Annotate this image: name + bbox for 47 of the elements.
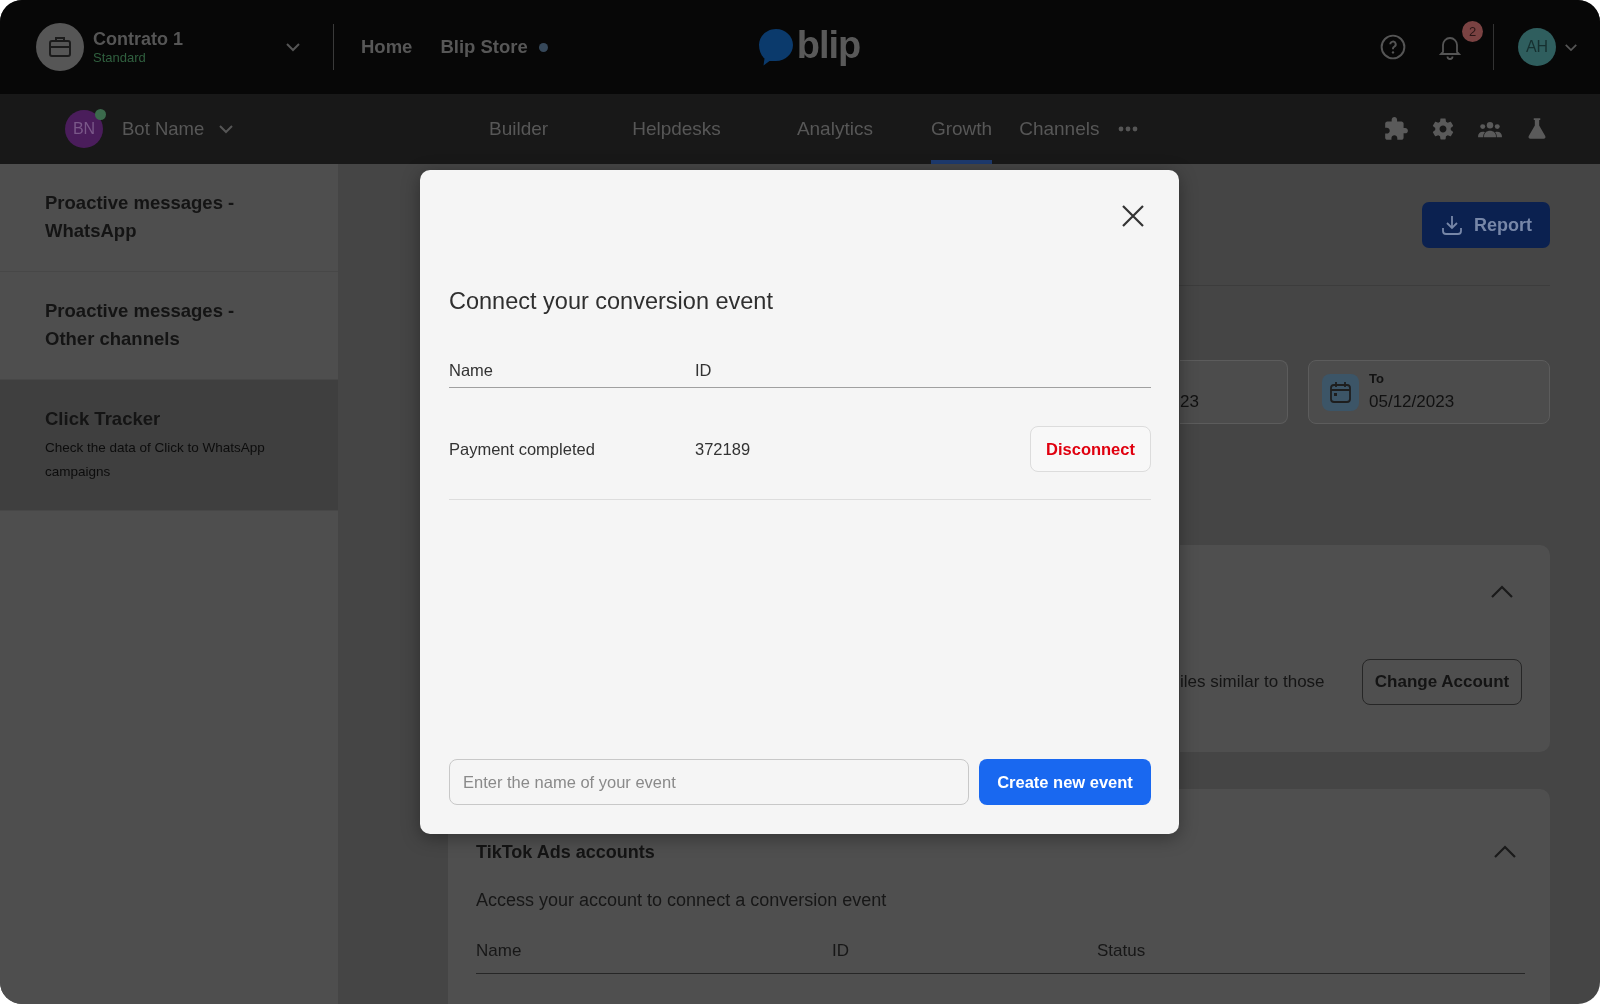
nav-tab[interactable]: Helpdesks bbox=[632, 94, 721, 164]
help-icon[interactable] bbox=[1380, 34, 1406, 60]
bot-avatar: BN bbox=[65, 110, 103, 148]
card-description: Access your account to connect a conversion event bbox=[476, 889, 888, 912]
nav-tab[interactable]: Analytics bbox=[796, 94, 873, 164]
change-account-button[interactable]: Change Account bbox=[1362, 659, 1522, 705]
column-header: ID bbox=[832, 941, 850, 961]
disconnect-button[interactable]: Disconnect bbox=[1030, 426, 1151, 472]
contract-plan: Standard bbox=[93, 50, 147, 66]
report-button[interactable]: Report bbox=[1422, 202, 1550, 248]
nav-link[interactable]: Blip Store bbox=[440, 36, 548, 58]
close-icon bbox=[1122, 205, 1144, 227]
table-cell: 372189 bbox=[695, 439, 751, 459]
contract-name: Contrato 1 bbox=[93, 28, 184, 50]
column-header: Status bbox=[1097, 941, 1147, 961]
table-cell-text: Payment completed bbox=[449, 439, 596, 459]
calendar-icon bbox=[1322, 373, 1359, 411]
logo-text: blip bbox=[796, 26, 861, 68]
column-header: Name bbox=[449, 360, 494, 380]
chevron-down-icon[interactable] bbox=[1564, 42, 1578, 52]
more-icon[interactable] bbox=[1118, 126, 1139, 132]
chevron-up-icon[interactable] bbox=[1493, 845, 1517, 859]
card-title: TikTok Ads accounts bbox=[476, 841, 655, 863]
card-text: iles similar to those bbox=[1180, 672, 1325, 692]
nav-link[interactable]: Home bbox=[361, 36, 413, 58]
puzzle-icon[interactable] bbox=[1383, 116, 1409, 142]
notification-badge: 2 bbox=[1462, 21, 1483, 42]
chevron-up-icon[interactable] bbox=[1490, 585, 1514, 599]
column-header: ID bbox=[695, 360, 712, 380]
briefcase-icon bbox=[36, 23, 84, 71]
nav-tab[interactable]: Channels bbox=[1019, 94, 1100, 164]
chevron-down-icon[interactable] bbox=[285, 42, 301, 52]
bell-icon[interactable] bbox=[1438, 34, 1462, 60]
chevron-down-icon[interactable] bbox=[218, 124, 235, 134]
download-icon bbox=[1440, 213, 1464, 237]
speech-bubble-icon bbox=[757, 28, 794, 66]
date-field[interactable]: To 05/12/2023 bbox=[1308, 360, 1550, 424]
modal-title: Connect your conversion event bbox=[449, 287, 774, 316]
event-name-input[interactable]: Enter the name of your event bbox=[449, 759, 969, 805]
close-button[interactable] bbox=[1121, 204, 1145, 228]
settings-icon[interactable] bbox=[1430, 116, 1456, 142]
nav-tab[interactable]: Growth bbox=[930, 94, 993, 164]
column-header: Name bbox=[476, 941, 523, 961]
bot-name[interactable]: Bot Name bbox=[122, 118, 205, 140]
create-event-button[interactable]: Create new event bbox=[979, 759, 1151, 805]
date-field[interactable]: 23 bbox=[1180, 360, 1288, 424]
nav-tab[interactable]: Builder bbox=[489, 94, 549, 164]
